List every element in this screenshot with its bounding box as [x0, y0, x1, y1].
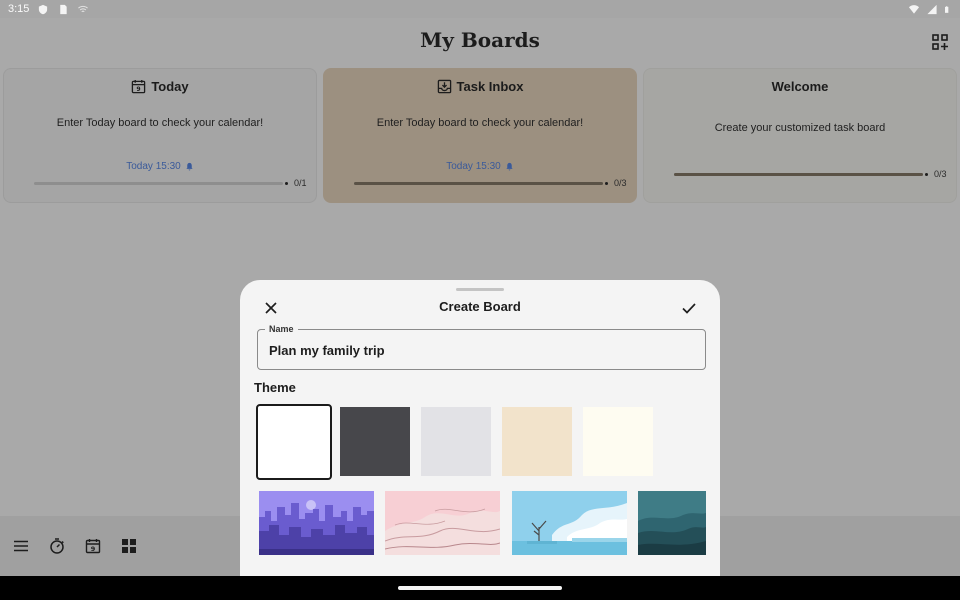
- progress-dot: [605, 181, 608, 185]
- theme-swatch-white[interactable]: [256, 404, 332, 480]
- status-bar: 3:15: [0, 0, 960, 18]
- bell-icon: [186, 162, 193, 171]
- board-card-today[interactable]: 9 Today Enter Today board to check your …: [3, 68, 317, 203]
- name-label: Name: [265, 324, 298, 334]
- board-title: Task Inbox: [456, 79, 524, 94]
- boards-list: 9 Today Enter Today board to check your …: [3, 68, 957, 203]
- calendar-icon[interactable]: 9: [85, 538, 101, 554]
- signal-icon: [927, 4, 937, 14]
- svg-text:9: 9: [91, 545, 96, 553]
- timer-icon[interactable]: [49, 538, 65, 554]
- progress-bar: [34, 181, 283, 185]
- menu-icon[interactable]: [13, 538, 29, 554]
- board-progress: 0/1: [34, 178, 308, 188]
- bell-icon: [506, 162, 513, 171]
- board-progress: 0/3: [354, 178, 628, 188]
- page-title: My Boards: [420, 28, 540, 52]
- grid-icon[interactable]: [121, 538, 137, 554]
- board-due: Today 15:30: [324, 161, 636, 172]
- sim-card-icon: [60, 4, 68, 14]
- progress-count: 0/3: [934, 169, 947, 179]
- progress-count: 0/3: [614, 178, 627, 188]
- home-gesture-handle[interactable]: [398, 586, 562, 590]
- theme-scene-purple-city[interactable]: [259, 491, 374, 555]
- progress-dot: [285, 181, 288, 185]
- check-icon[interactable]: [681, 300, 697, 316]
- board-due: Today 15:30: [4, 161, 316, 172]
- board-due-text: Today 15:30: [446, 161, 501, 172]
- board-progress: 0/3: [674, 169, 948, 179]
- calendar-icon: 9: [132, 79, 146, 94]
- sheet-title: Create Board: [439, 299, 521, 314]
- theme-scene-blue-sky-tree[interactable]: [512, 491, 627, 555]
- board-description: Create your customized task board: [714, 122, 886, 134]
- battery-icon: [945, 5, 949, 13]
- theme-scene-teal-valley[interactable]: [638, 491, 706, 555]
- svg-text:9: 9: [137, 86, 141, 93]
- name-input[interactable]: [269, 343, 689, 358]
- board-title: Welcome: [771, 79, 829, 94]
- theme-swatch-light-gray[interactable]: [421, 407, 491, 476]
- theme-label: Theme: [254, 380, 296, 395]
- board-card-task-inbox[interactable]: Task Inbox Enter Today board to check yo…: [323, 68, 637, 203]
- board-due-text: Today 15:30: [126, 161, 181, 172]
- wifi-icon: [908, 4, 920, 14]
- progress-dot: [925, 172, 928, 176]
- drag-handle[interactable]: [456, 288, 504, 291]
- theme-swatch-cream[interactable]: [583, 407, 653, 476]
- wifi-off-icon: [78, 5, 89, 12]
- inbox-icon: [437, 79, 451, 94]
- system-nav-bar: [0, 576, 960, 600]
- progress-bar: [674, 172, 923, 176]
- theme-swatch-beige[interactable]: [502, 407, 572, 476]
- create-board-sheet: Create Board Name Theme: [240, 280, 720, 576]
- progress-count: 0/1: [294, 178, 307, 188]
- theme-swatch-dark-gray[interactable]: [340, 407, 410, 476]
- add-board-icon[interactable]: [931, 33, 949, 51]
- board-title: Today: [151, 79, 189, 94]
- name-field[interactable]: Name: [257, 324, 706, 370]
- header: My Boards: [0, 18, 960, 66]
- progress-bar: [354, 181, 603, 185]
- shield-icon: [39, 4, 48, 14]
- theme-scene-pink-mountains[interactable]: [385, 491, 500, 555]
- board-description: Enter Today board to check your calendar…: [376, 117, 584, 129]
- board-card-welcome[interactable]: Welcome Create your customized task boar…: [643, 68, 957, 203]
- status-time: 3:15: [8, 3, 30, 15]
- board-description: Enter Today board to check your calendar…: [56, 117, 264, 129]
